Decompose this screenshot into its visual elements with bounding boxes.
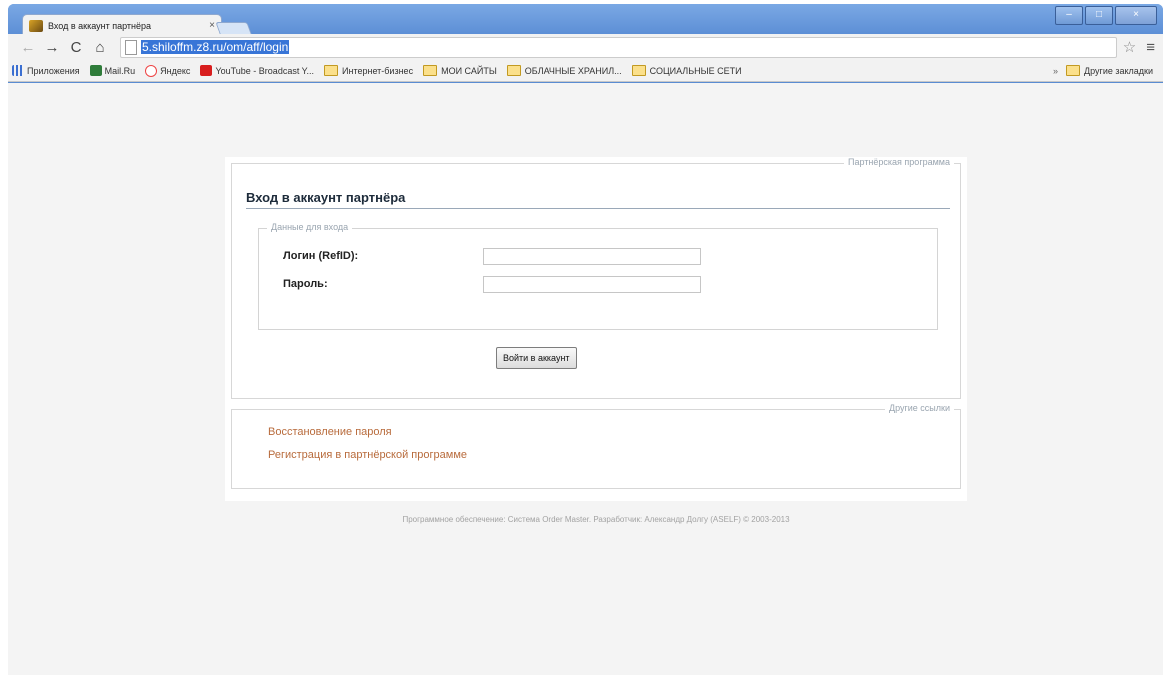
browser-toolbar: ← → C ⌂ 5.shiloffm.z8.ru/om/aff/login ☆ … — [8, 34, 1163, 60]
apps-grid-icon — [12, 65, 24, 76]
bookmark-other[interactable]: Другие закладки — [1066, 65, 1153, 76]
bookmark-label: Приложения — [27, 65, 80, 76]
page-title: Вход в аккаунт партнёра — [246, 190, 950, 209]
close-window-button[interactable]: × — [1115, 6, 1157, 25]
footer-credits: Программное обеспечение: Система Order M… — [402, 515, 790, 524]
other-links-legend: Другие ссылки — [884, 403, 954, 413]
bookmarks-bar: Приложения Mail.Ru Яндекс YouTube - Broa… — [8, 60, 1163, 82]
minimize-button[interactable]: – — [1055, 6, 1083, 25]
page-content: Партнёрская программа Вход в аккаунт пар… — [8, 83, 1163, 675]
password-input[interactable] — [483, 276, 701, 293]
bookmark-label: МОИ САЙТЫ — [441, 65, 497, 76]
bookmark-youtube[interactable]: YouTube - Broadcast Y... — [200, 65, 314, 76]
bookmark-label: СОЦИАЛЬНЫЕ СЕТИ — [649, 65, 742, 76]
other-links-card: Другие ссылки Восстановление пароля Реги… — [231, 403, 961, 489]
bookmark-folder-business[interactable]: Интернет-бизнес — [324, 65, 413, 76]
bookmark-apps[interactable]: Приложения — [12, 65, 80, 76]
credentials-legend: Данные для входа — [267, 222, 353, 232]
bookmark-label: Mail.Ru — [104, 65, 136, 76]
affiliate-registration-link[interactable]: Регистрация в партнёрской программе — [268, 449, 467, 461]
bookmark-folder-my-sites[interactable]: МОИ САЙТЫ — [423, 65, 497, 76]
folder-icon — [631, 65, 646, 76]
site-favicon-icon — [29, 19, 43, 32]
bookmark-label: ОБЛАЧНЫЕ ХРАНИЛ... — [524, 65, 622, 76]
bookmark-label: Яндекс — [160, 65, 191, 76]
bookmark-yandex[interactable]: Яндекс — [145, 64, 191, 77]
password-recovery-link[interactable]: Восстановление пароля — [268, 426, 392, 438]
more-bookmarks-chevron-icon[interactable]: » — [1053, 66, 1058, 76]
maximize-button[interactable]: □ — [1085, 6, 1113, 25]
page-icon — [125, 39, 137, 55]
yandex-icon — [145, 64, 158, 77]
login-label: Логин (RefID): — [283, 250, 359, 262]
url-text[interactable]: 5.shiloffm.z8.ru/om/aff/login — [141, 40, 290, 54]
back-arrow-icon[interactable]: ← — [18, 39, 38, 56]
bookmark-folder-cloud[interactable]: ОБЛАЧНЫЕ ХРАНИЛ... — [506, 65, 622, 76]
forward-arrow-icon[interactable]: → — [42, 39, 62, 56]
bookmark-folder-social[interactable]: СОЦИАЛЬНЫЕ СЕТИ — [631, 65, 742, 76]
folder-icon — [1066, 65, 1081, 76]
login-submit-button[interactable]: Войти в аккаунт — [496, 347, 577, 369]
folder-icon — [423, 65, 438, 76]
mailru-icon — [89, 65, 102, 76]
bookmark-label: YouTube - Broadcast Y... — [215, 65, 315, 76]
bookmark-label: Интернет-бизнес — [342, 65, 414, 76]
bookmark-label: Другие закладки — [1084, 65, 1153, 76]
bookmark-mailru[interactable]: Mail.Ru — [89, 65, 136, 76]
home-icon[interactable]: ⌂ — [90, 39, 110, 56]
window-controls: – □ × — [1055, 6, 1157, 25]
password-label: Пароль: — [283, 278, 328, 290]
credentials-fieldset: Данные для входа Логин (RefID): Пароль: — [258, 222, 938, 330]
login-input[interactable] — [483, 248, 701, 265]
browser-window: – □ × Вход в аккаунт партнёра × ← → C ⌂ … — [8, 4, 1163, 675]
tab-title: Вход в аккаунт партнёра — [48, 20, 152, 31]
login-panel: Партнёрская программа Вход в аккаунт пар… — [225, 157, 967, 501]
tab-close-icon[interactable]: × — [209, 20, 215, 31]
affiliate-program-legend: Партнёрская программа — [844, 157, 954, 167]
reload-icon[interactable]: C — [66, 39, 86, 56]
folder-icon — [506, 65, 521, 76]
bookmark-star-icon[interactable]: ☆ — [1123, 38, 1136, 56]
login-card: Партнёрская программа Вход в аккаунт пар… — [231, 157, 961, 399]
youtube-icon — [200, 65, 213, 76]
browser-tab[interactable]: Вход в аккаунт партнёра × — [22, 14, 222, 36]
menu-icon[interactable]: ≡ — [1146, 39, 1155, 56]
address-bar[interactable]: 5.shiloffm.z8.ru/om/aff/login — [120, 36, 1117, 58]
folder-icon — [324, 65, 339, 76]
